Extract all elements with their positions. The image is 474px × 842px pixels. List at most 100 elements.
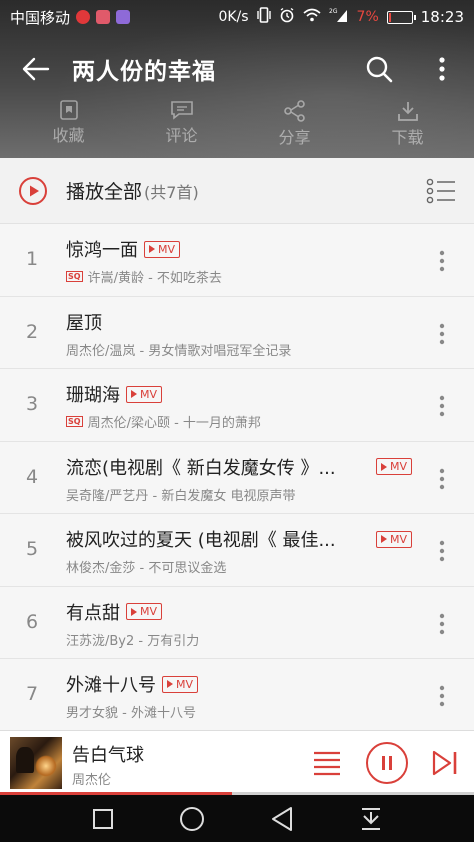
song-more-button[interactable] bbox=[430, 246, 454, 276]
favorite-action[interactable]: 收藏 bbox=[12, 96, 125, 154]
song-more-button[interactable] bbox=[430, 464, 454, 494]
song-subtitle-line: SQ 许嵩/黄龄 - 不如吃茶去 bbox=[66, 267, 412, 286]
song-more-button[interactable] bbox=[430, 319, 454, 349]
search-button[interactable] bbox=[358, 48, 400, 90]
play-triangle-icon bbox=[131, 390, 137, 398]
more-vertical-icon bbox=[439, 250, 445, 272]
song-title: 流恋(电视剧《 新白发魔女传 》... bbox=[66, 457, 336, 479]
vibrate-icon bbox=[256, 7, 271, 27]
song-row[interactable]: 6 有点甜 MV 汪苏泷/By2 - 万有引力 bbox=[0, 586, 474, 659]
song-title: 被风吹过的夏天 (电视剧《 最佳... bbox=[66, 530, 336, 551]
song-more-button[interactable] bbox=[430, 609, 454, 639]
song-title: 外滩十八号 bbox=[66, 675, 156, 696]
play-circle-icon bbox=[19, 176, 47, 205]
home-button[interactable] bbox=[178, 805, 206, 833]
download-icon bbox=[397, 102, 418, 121]
back-arrow-icon bbox=[22, 57, 50, 81]
mv-label: MV bbox=[140, 605, 158, 618]
mini-player[interactable]: 告白气球 周杰伦 bbox=[0, 730, 474, 794]
song-title: 有点甜 bbox=[66, 602, 120, 624]
play-triangle-icon bbox=[131, 607, 137, 616]
favorite-icon bbox=[59, 100, 78, 120]
song-subtitle-line: 林俊杰/金莎 - 不可思议金选 bbox=[66, 557, 412, 576]
mv-label: MV bbox=[389, 532, 407, 546]
song-row[interactable]: 3 珊瑚海 MV SQ 周杰伦/梁心颐 - 十一月的萧邦 bbox=[0, 369, 474, 442]
mv-badge[interactable]: MV bbox=[375, 530, 412, 548]
status-bar: 中国移动 0K/s 2G 7% 18:23 bbox=[0, 0, 474, 34]
search-icon bbox=[366, 56, 393, 83]
recent-apps-button[interactable] bbox=[89, 805, 117, 833]
song-subtitle-line: 吴奇隆/严艺丹 - 新白发魔女 电视原声带 bbox=[66, 485, 412, 504]
carrier-name: 中国移动 bbox=[10, 8, 71, 27]
multi-select-list-icon[interactable] bbox=[426, 178, 456, 204]
song-index: 4 bbox=[25, 465, 39, 488]
song-row[interactable]: 2 屋顶 周杰伦/温岚 - 男女情歌对唱冠军全记录 bbox=[0, 296, 474, 369]
mv-badge[interactable]: MV bbox=[144, 240, 181, 258]
download-action[interactable]: 下载 bbox=[351, 96, 464, 154]
mv-badge[interactable]: MV bbox=[162, 675, 199, 693]
song-more-button[interactable] bbox=[430, 681, 454, 711]
header: 中国移动 0K/s 2G 7% 18:23 两人份的幸福 收藏 评论 分享 下载 bbox=[0, 0, 474, 158]
mv-badge[interactable]: MV bbox=[126, 603, 163, 620]
notification-pull-button[interactable] bbox=[357, 805, 385, 833]
mv-label: MV bbox=[389, 460, 407, 473]
more-vertical-icon bbox=[439, 468, 445, 489]
mv-badge[interactable]: MV bbox=[375, 458, 412, 475]
song-list: 1 惊鸿一面 MV SQ 许嵩/黄龄 - 不如吃茶去 2 屋顶 周杰伦/温岚 - 男女情歌对唱… bbox=[0, 224, 474, 732]
song-subtitle-line: SQ 周杰伦/梁心颐 - 十一月的萧邦 bbox=[66, 412, 412, 431]
share-action[interactable]: 分享 bbox=[238, 96, 351, 154]
play-triangle-icon bbox=[380, 535, 387, 543]
square-icon bbox=[93, 809, 113, 829]
song-title-line: 屋顶 bbox=[66, 309, 412, 335]
battery-icon bbox=[386, 10, 416, 24]
mv-label: MV bbox=[158, 242, 176, 256]
song-index: 3 bbox=[25, 393, 39, 415]
playlist-icon[interactable] bbox=[312, 749, 342, 777]
back-button[interactable] bbox=[0, 40, 72, 98]
song-more-button[interactable] bbox=[430, 391, 454, 421]
song-subtitle-line: 男才女貌 - 外滩十八号 bbox=[66, 702, 412, 721]
song-index: 5 bbox=[25, 538, 39, 560]
song-title-line: 外滩十八号 MV bbox=[66, 671, 412, 697]
more-vertical-icon bbox=[439, 323, 445, 344]
song-title: 屋顶 bbox=[66, 312, 102, 334]
now-playing-artist: 周杰伦 bbox=[72, 773, 112, 788]
song-index: 6 bbox=[25, 610, 39, 633]
more-options-button[interactable] bbox=[422, 48, 462, 90]
back-nav-button[interactable] bbox=[268, 805, 296, 833]
share-icon bbox=[283, 100, 305, 122]
mv-label: MV bbox=[176, 677, 194, 691]
song-subtitle: 林俊杰/金莎 - 不可思议金选 bbox=[66, 561, 227, 576]
signal-icon: 2G bbox=[329, 7, 349, 27]
song-subtitle: 男才女貌 - 外滩十八号 bbox=[66, 706, 196, 721]
pull-down-icon bbox=[362, 808, 380, 830]
play-all-label: 播放全部 bbox=[66, 181, 143, 203]
clock: 18:23 bbox=[420, 8, 464, 26]
song-row[interactable]: 1 惊鸿一面 MV SQ 许嵩/黄龄 - 不如吃茶去 bbox=[0, 224, 474, 297]
song-row[interactable]: 4 流恋(电视剧《 新白发魔女传 》... MV 吴奇隆/严艺丹 - 新白发魔女 电视… bbox=[0, 441, 474, 514]
song-index: 7 bbox=[25, 683, 39, 705]
song-subtitle: 周杰伦/梁心颐 - 十一月的萧邦 bbox=[87, 416, 261, 431]
comment-label: 评论 bbox=[165, 126, 198, 145]
play-all-bar[interactable]: 播放全部 (共7首) bbox=[0, 158, 474, 224]
song-row[interactable]: 5 被风吹过的夏天 (电视剧《 最佳... MV 林俊杰/金莎 - 不可思议金选 bbox=[0, 514, 474, 587]
comment-action[interactable]: 评论 bbox=[125, 96, 238, 154]
network-type-text: 2G bbox=[329, 8, 338, 15]
song-row[interactable]: 7 外滩十八号 MV 男才女貌 - 外滩十八号 bbox=[0, 659, 474, 732]
page-title: 两人份的幸福 bbox=[72, 59, 216, 85]
song-title-line: 惊鸿一面 MV bbox=[66, 236, 412, 262]
more-vertical-icon bbox=[439, 613, 445, 634]
more-vertical-icon bbox=[439, 685, 445, 707]
download-label: 下载 bbox=[391, 128, 424, 147]
toolbar: 两人份的幸福 bbox=[0, 40, 474, 98]
next-track-icon[interactable] bbox=[432, 749, 458, 777]
mv-badge[interactable]: MV bbox=[126, 385, 163, 403]
pause-button[interactable] bbox=[366, 742, 408, 784]
favorite-label: 收藏 bbox=[52, 126, 85, 145]
album-cover[interactable] bbox=[10, 737, 62, 789]
song-index: 2 bbox=[25, 320, 39, 343]
song-more-button[interactable] bbox=[430, 536, 454, 566]
song-title-line: 流恋(电视剧《 新白发魔女传 》... MV bbox=[66, 454, 412, 480]
system-nav-bar bbox=[0, 795, 474, 842]
song-title: 惊鸿一面 bbox=[66, 240, 138, 261]
